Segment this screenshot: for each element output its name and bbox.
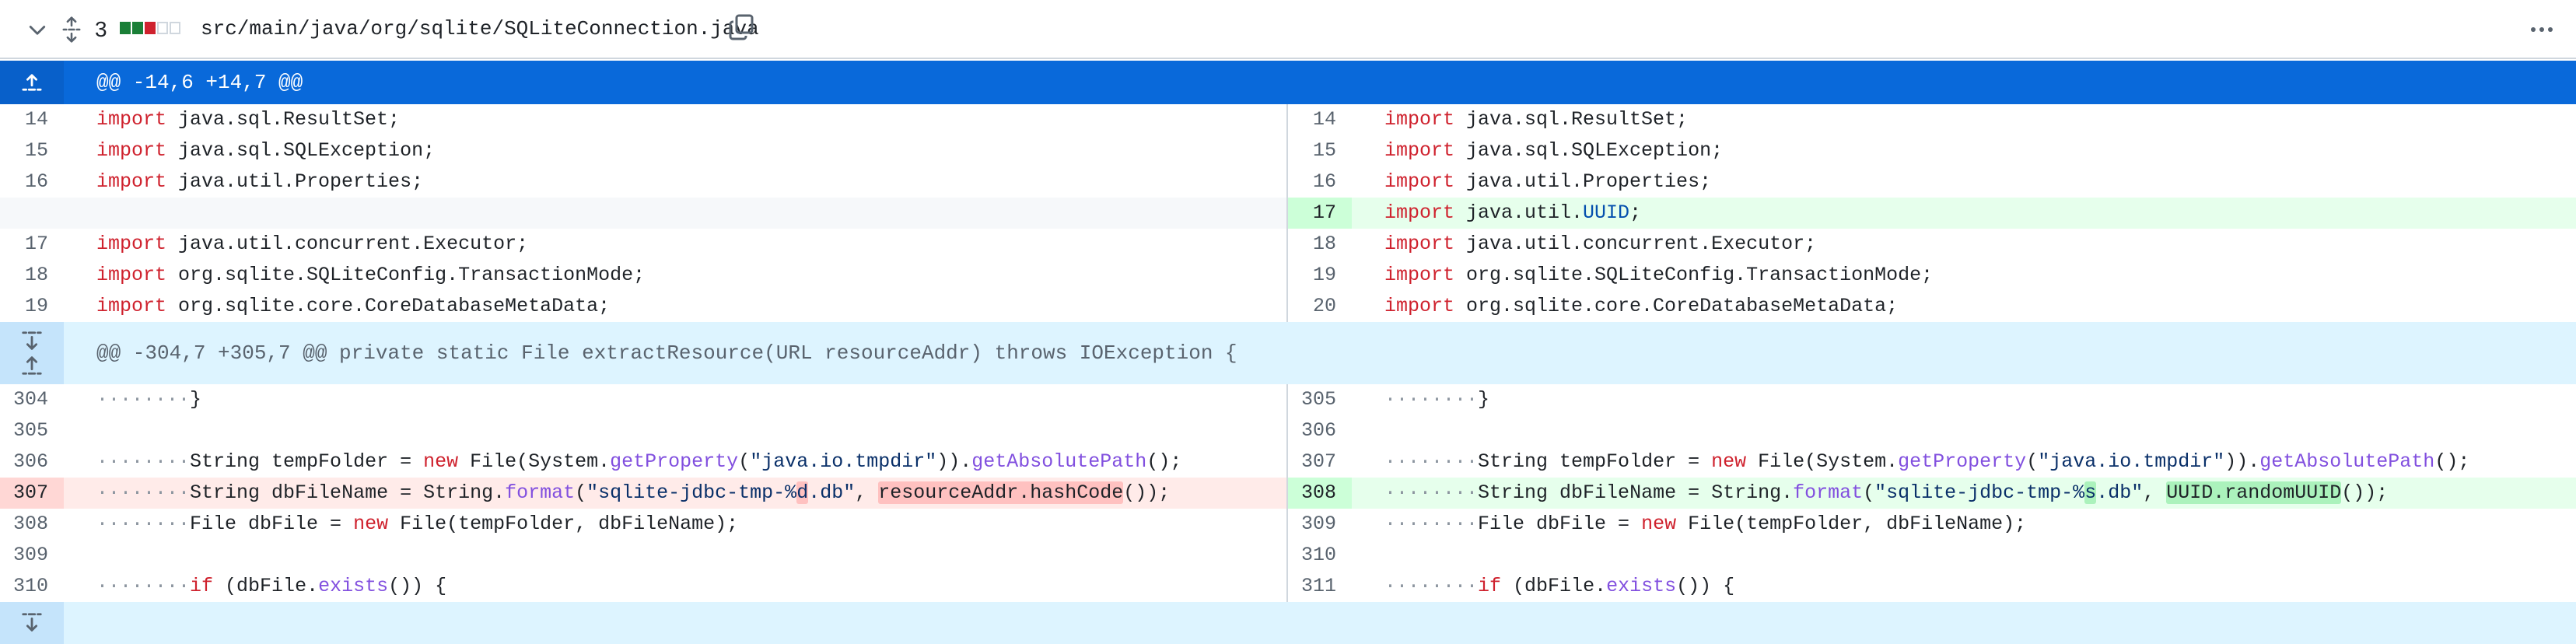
diffstat-square <box>157 22 168 34</box>
line-number[interactable]: 19 <box>1288 260 1352 291</box>
code-line: ········File dbFile = new File(tempFolde… <box>96 513 739 535</box>
line-number[interactable]: 308 <box>0 509 64 540</box>
changes-count: 3 <box>95 17 107 41</box>
code-line: import java.util.concurrent.Executor; <box>96 233 529 255</box>
line-number[interactable]: 15 <box>1288 135 1352 166</box>
code-line: ········String tempFolder = new File(Sys… <box>1384 450 2470 473</box>
diff-row: 305 306 <box>0 415 2576 446</box>
expand-down-button[interactable] <box>0 602 64 644</box>
code-line: ········File dbFile = new File(tempFolde… <box>1384 513 2027 535</box>
line-number[interactable]: 307 <box>1288 446 1352 478</box>
expand-up-icon[interactable] <box>20 353 44 376</box>
kebab-horizontal-icon[interactable] <box>2526 16 2557 44</box>
line-number[interactable]: 19 <box>0 291 64 322</box>
code-line: import org.sqlite.SQLiteConfig.Transacti… <box>96 264 646 286</box>
line-number[interactable]: 18 <box>0 260 64 291</box>
line-number[interactable]: 307 <box>0 478 64 509</box>
line-number[interactable]: 18 <box>1288 229 1352 260</box>
line-number[interactable]: 17 <box>0 229 64 260</box>
diff-section-1: 14 import java.sql.ResultSet; 14 import ja… <box>0 104 2576 322</box>
line-number[interactable]: 16 <box>0 166 64 198</box>
expand-up-button[interactable] <box>0 61 64 104</box>
line-number[interactable]: 306 <box>0 446 64 478</box>
line-number[interactable]: 309 <box>0 540 64 571</box>
diff-row: 308 ········File dbFile = new File(tempFo… <box>0 509 2576 540</box>
diffstat-square <box>170 22 180 34</box>
code-line: ········String tempFolder = new File(Sys… <box>96 450 1182 473</box>
expand-down-icon[interactable] <box>20 330 44 353</box>
code-line: ········} <box>96 388 202 411</box>
diff-row: 17 import java.util.concurrent.Executor; … <box>0 229 2576 260</box>
chevron-down-icon[interactable] <box>23 16 51 44</box>
expand-all-icon[interactable] <box>58 14 86 45</box>
code-line-deleted: ········String dbFileName = String.forma… <box>96 481 1171 504</box>
code-line: import java.sql.ResultSet; <box>1384 108 1689 131</box>
hunk-header: @@ -304,7 +305,7 @@ private static File … <box>0 322 2576 384</box>
line-number[interactable]: 305 <box>1288 384 1352 415</box>
expand-down-icon <box>22 613 42 632</box>
diff-row: 19 import org.sqlite.core.CoreDatabaseMet… <box>0 291 2576 322</box>
diff-row: 310 ········if (dbFile.exists()) { 311 ···… <box>0 571 2576 602</box>
diff-row-added: 17 import java.util.UUID; <box>0 198 2576 229</box>
copy-icon[interactable] <box>726 11 756 44</box>
line-number[interactable]: 20 <box>1288 291 1352 322</box>
code-line: ········if (dbFile.exists()) { <box>96 575 447 597</box>
expand-buttons <box>0 322 64 384</box>
hunk-header-text: @@ -14,6 +14,7 @@ <box>96 71 303 94</box>
diffstat-square <box>145 22 156 34</box>
hunk-header: @@ -14,6 +14,7 @@ <box>0 61 2576 104</box>
code-line-added: ········String dbFileName = String.forma… <box>1384 481 2389 504</box>
code-line: import org.sqlite.core.CoreDatabaseMetaD… <box>96 295 611 317</box>
diff-row-changed: 307 ········String dbFileName = String.fo… <box>0 478 2576 509</box>
file-path[interactable]: src/main/java/org/sqlite/SQLiteConnectio… <box>201 14 759 44</box>
diffstat-square <box>120 22 131 34</box>
line-number[interactable]: 304 <box>0 384 64 415</box>
code-line: import org.sqlite.SQLiteConfig.Transacti… <box>1384 264 1934 286</box>
code-line: ········} <box>1384 388 1490 411</box>
code-line: import java.util.Properties; <box>96 170 424 193</box>
code-line: import org.sqlite.core.CoreDatabaseMetaD… <box>1384 295 1899 317</box>
line-number[interactable]: 311 <box>1288 571 1352 602</box>
code-line: import java.sql.SQLException; <box>1384 139 1724 162</box>
line-number[interactable]: 15 <box>0 135 64 166</box>
code-line: ········if (dbFile.exists()) { <box>1384 575 1735 597</box>
line-number[interactable]: 14 <box>1288 104 1352 135</box>
diff-row: 14 import java.sql.ResultSet; 14 import ja… <box>0 104 2576 135</box>
diff-row: 304 ········} 305 ········} <box>0 384 2576 415</box>
diff-row: 309 310 <box>0 540 2576 571</box>
code-line: import java.util.UUID; <box>1384 201 1642 224</box>
diff-section-2: 304 ········} 305 ········} 305 306 306 ···… <box>0 384 2576 602</box>
line-number[interactable]: 310 <box>0 571 64 602</box>
line-number[interactable]: 17 <box>1288 198 1352 229</box>
file-header: 3 src/main/java/org/sqlite/SQLiteConnect… <box>0 0 2576 59</box>
hunk-footer <box>0 602 2576 644</box>
line-number[interactable]: 16 <box>1288 166 1352 198</box>
diffstat <box>120 22 180 34</box>
empty-line <box>0 198 1288 229</box>
line-number[interactable]: 310 <box>1288 540 1352 571</box>
line-number[interactable]: 14 <box>0 104 64 135</box>
line-number[interactable]: 309 <box>1288 509 1352 540</box>
diff-row: 18 import org.sqlite.SQLiteConfig.Transac… <box>0 260 2576 291</box>
diffstat-square <box>132 22 143 34</box>
code-line: import java.sql.ResultSet; <box>96 108 401 131</box>
diff-row: 16 import java.util.Properties; 16 import … <box>0 166 2576 198</box>
code-line: import java.util.Properties; <box>1384 170 1712 193</box>
code-line: import java.sql.SQLException; <box>96 139 436 162</box>
diff-row: 306 ········String tempFolder = new File(… <box>0 446 2576 478</box>
code-line: import java.util.concurrent.Executor; <box>1384 233 1817 255</box>
line-number[interactable]: 305 <box>0 415 64 446</box>
diff-row: 15 import java.sql.SQLException; 15 import… <box>0 135 2576 166</box>
line-number[interactable]: 308 <box>1288 478 1352 509</box>
line-number[interactable]: 306 <box>1288 415 1352 446</box>
expand-up-icon <box>22 74 42 91</box>
hunk-header-text: @@ -304,7 +305,7 @@ private static File … <box>96 341 1237 365</box>
